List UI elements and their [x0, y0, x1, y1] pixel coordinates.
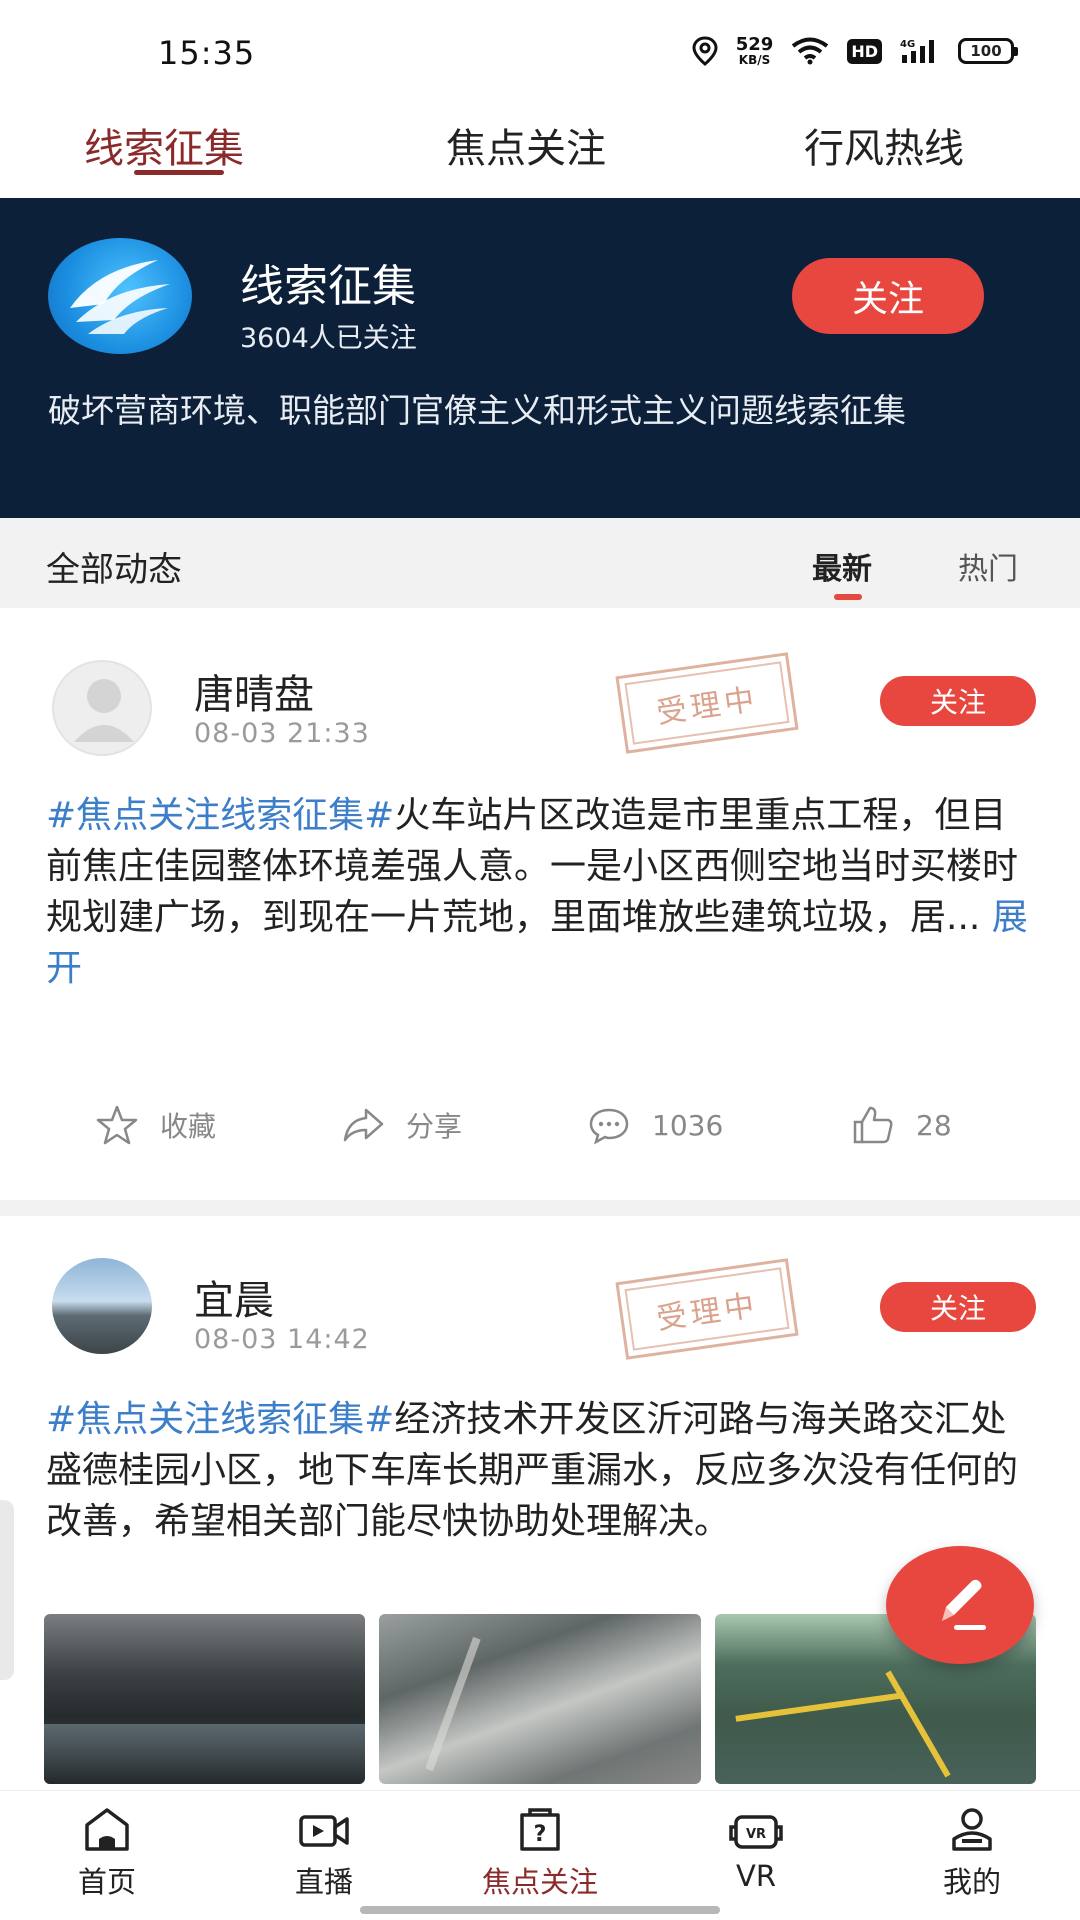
post-divider	[0, 1200, 1080, 1216]
post-image-grid	[44, 1614, 1036, 1784]
post-body[interactable]: #焦点关注线索征集#经济技术开发区沂河路与海关路交汇处盛德桂园小区，地下车库长期…	[46, 1394, 1036, 1547]
status-time: 15:35	[158, 34, 256, 72]
status-bar: 15:35 529 KB/S HD 4G 100	[0, 0, 1080, 100]
post-actions: 收藏 分享 1036 28	[0, 1102, 1080, 1162]
like-count: 28	[916, 1108, 952, 1142]
compose-button[interactable]	[886, 1546, 1034, 1664]
post-image[interactable]	[379, 1614, 701, 1784]
video-camera-icon	[299, 1815, 349, 1847]
comment-icon	[589, 1108, 629, 1145]
hd-badge: HD	[847, 38, 882, 64]
avatar[interactable]	[52, 660, 152, 756]
question-bag-icon: ?	[520, 1808, 560, 1851]
svg-text:?: ?	[534, 1822, 547, 1847]
nav-home[interactable]: 首页	[37, 1805, 177, 1901]
status-stamp: 受理中	[615, 1258, 799, 1360]
thumbs-up-icon	[853, 1106, 893, 1144]
share-label: 分享	[406, 1110, 463, 1143]
nav-label: 我的	[942, 1865, 1001, 1899]
follower-count: 3604人已关注	[240, 323, 417, 354]
svg-text:4G: 4G	[900, 39, 915, 50]
post-time: 08-03 14:42	[194, 1324, 370, 1355]
channel-follow-button[interactable]: 关注	[792, 258, 984, 334]
top-tab-bar: 线索征集 焦点关注 行风热线	[0, 100, 1080, 198]
user-profile-icon	[952, 1808, 992, 1851]
favorite-button[interactable]: 收藏	[94, 1102, 216, 1148]
nav-vr[interactable]: VR VR	[686, 1805, 826, 1893]
post-body[interactable]: #焦点关注线索征集#火车站片区改造是市里重点工程，但目前焦庄佳园整体环境差强人意…	[46, 790, 1036, 994]
home-indicator[interactable]	[360, 1906, 720, 1914]
feed-filter-bar: 全部动态 最新 热门	[0, 518, 1080, 608]
avatar[interactable]	[52, 1258, 152, 1354]
bottom-navigation: 首页 直播 ? 焦点关注 VR VR 我的	[0, 1790, 1080, 1920]
network-speed: 529 KB/S	[735, 34, 774, 67]
status-icons: 529 KB/S HD 4G 100	[692, 34, 1018, 67]
tab-focus[interactable]: 焦点关注	[446, 116, 606, 174]
post-hashtag[interactable]: #焦点关注线索征集#	[46, 795, 394, 836]
channel-description: 破坏营商环境、职能部门官僚主义和形式主义问题线索征集	[48, 391, 906, 430]
post-image[interactable]	[44, 1614, 366, 1784]
svg-text:VR: VR	[746, 1827, 766, 1842]
filter-latest[interactable]: 最新	[812, 544, 872, 588]
pencil-icon	[942, 1579, 986, 1630]
like-button[interactable]: 28	[850, 1102, 952, 1148]
post-author[interactable]: 宜晨	[194, 1268, 274, 1326]
edge-swipe-handle[interactable]	[0, 1500, 14, 1680]
nav-focus[interactable]: ? 焦点关注	[470, 1805, 610, 1901]
home-icon	[85, 1808, 129, 1851]
active-tab-indicator	[134, 170, 224, 175]
post-follow-button[interactable]: 关注	[880, 1282, 1036, 1332]
post-author[interactable]: 唐晴盘	[194, 662, 314, 720]
nav-label: 焦点关注	[481, 1865, 598, 1899]
nav-label: 首页	[77, 1865, 136, 1899]
feed-title: 全部动态	[46, 550, 182, 590]
share-arrow-icon	[343, 1108, 384, 1142]
comment-count: 1036	[652, 1108, 724, 1142]
comment-button[interactable]: 1036	[586, 1102, 723, 1148]
vr-headset-icon: VR	[729, 1815, 783, 1849]
channel-logo	[48, 238, 192, 354]
tab-clue-collection[interactable]: 线索征集	[84, 116, 244, 174]
battery-indicator: 100	[958, 38, 1018, 64]
wifi-icon	[792, 37, 829, 65]
nav-label: VR	[736, 1859, 776, 1893]
signal-icon: 4G	[900, 39, 934, 63]
share-button[interactable]: 分享	[340, 1102, 462, 1148]
nav-profile[interactable]: 我的	[902, 1805, 1042, 1901]
filter-active-indicator	[834, 594, 862, 600]
nav-label: 直播	[294, 1865, 353, 1899]
channel-title: 线索征集	[240, 261, 416, 312]
post-follow-button[interactable]: 关注	[880, 676, 1036, 726]
nav-live[interactable]: 直播	[254, 1805, 394, 1901]
post-time: 08-03 21:33	[194, 718, 370, 749]
star-icon	[96, 1105, 138, 1145]
post-card[interactable]: 唐晴盘 08-03 21:33 受理中 关注 #焦点关注线索征集#火车站片区改造…	[0, 608, 1080, 1200]
filter-hot[interactable]: 热门	[958, 544, 1018, 588]
favorite-label: 收藏	[160, 1110, 217, 1143]
tab-hotline[interactable]: 行风热线	[804, 116, 964, 174]
status-stamp: 受理中	[615, 652, 799, 754]
post-hashtag[interactable]: #焦点关注线索征集#	[46, 1399, 394, 1440]
channel-banner: 线索征集 3604人已关注 关注 破坏营商环境、职能部门官僚主义和形式主义问题线…	[0, 198, 1080, 518]
location-icon	[692, 36, 718, 66]
